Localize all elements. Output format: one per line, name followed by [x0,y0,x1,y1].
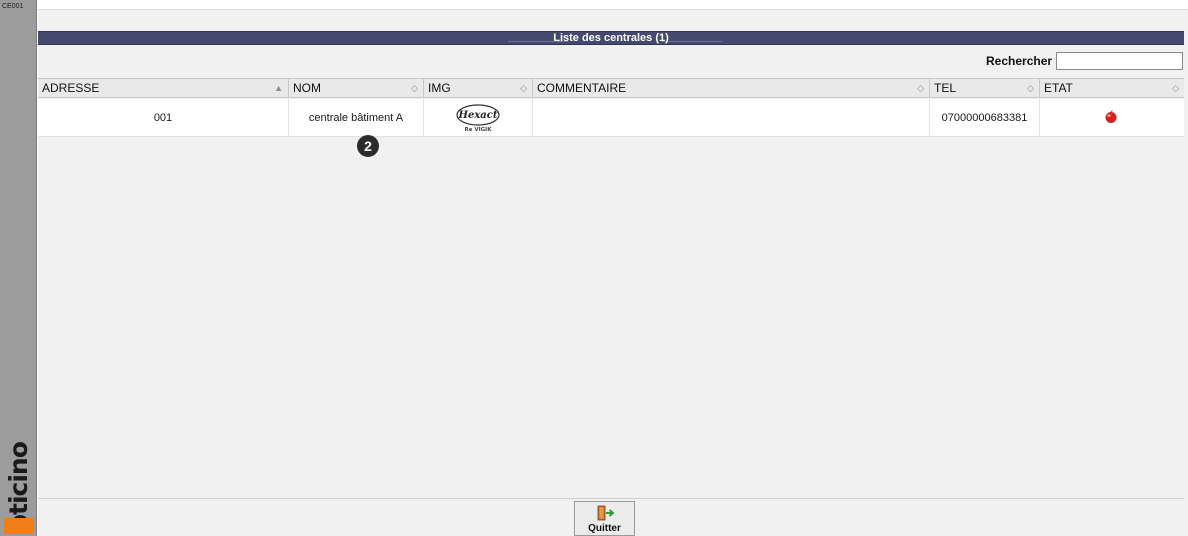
column-header-img[interactable]: IMG ◇ [424,79,533,98]
column-header-nom[interactable]: NOM ◇ [289,79,424,98]
sort-icon[interactable]: ◇ [520,79,527,97]
sort-asc-icon[interactable]: ▲ [274,79,283,97]
cell-adresse: 001 [38,99,289,137]
table-row[interactable]: 001 centrale bâtiment A Hexact Re VIGIK … [38,99,1184,137]
cell-img: Hexact Re VIGIK [424,99,533,137]
column-label: IMG [428,81,451,95]
cell-commentaire [533,99,930,137]
column-label: NOM [293,81,321,95]
list-title: Liste des centrales (1) [553,32,669,44]
brand-orange-tile [4,518,34,534]
brand-sidebar: CE001 bticino [0,0,37,536]
column-header-tel[interactable]: TEL ◇ [930,79,1040,98]
search-input[interactable] [1056,52,1183,70]
top-strip [38,0,1188,10]
quit-label: Quitter [588,523,621,534]
exit-door-icon [597,505,614,521]
logo-subtext: Re VIGIK [464,127,492,133]
hexact-vigik-logo: Hexact Re VIGIK [456,104,500,133]
status-red-ball-icon [1105,110,1117,123]
column-header-commentaire[interactable]: COMMENTAIRE ◇ [533,79,930,98]
cell-nom: centrale bâtiment A [289,99,424,137]
column-label: ADRESSE [42,81,100,95]
cell-etat [1040,99,1184,137]
bticino-logo: bticino [4,440,34,534]
sort-icon[interactable]: ◇ [1172,79,1179,97]
sort-icon[interactable]: ◇ [1027,79,1034,97]
app-window: CE001 bticino Liste des centrales (1) Re… [0,0,1188,536]
column-label: TEL [934,81,957,95]
main-panel: Liste des centrales (1) Rechercher ADRES… [38,0,1188,536]
sort-icon[interactable]: ◇ [917,79,924,97]
table-header: ADRESSE ▲ NOM ◇ IMG ◇ COMMENTAIRE ◇ TEL … [38,78,1184,98]
column-label: COMMENTAIRE [537,81,627,95]
search-label: Rechercher [986,54,1053,68]
footer-divider [38,498,1184,499]
callout-badge: 2 [357,135,379,157]
cell-tel: 07000000683381 [930,99,1040,137]
column-header-adresse[interactable]: ADRESSE ▲ [38,79,289,98]
list-titlebar: Liste des centrales (1) [38,31,1184,45]
logo-text: Hexact [458,110,498,121]
sort-icon[interactable]: ◇ [411,79,418,97]
quit-button[interactable]: Quitter [574,501,635,536]
column-header-etat[interactable]: ETAT ◇ [1040,79,1184,98]
screen-code: CE001 [2,3,24,10]
column-label: ETAT [1044,81,1073,95]
